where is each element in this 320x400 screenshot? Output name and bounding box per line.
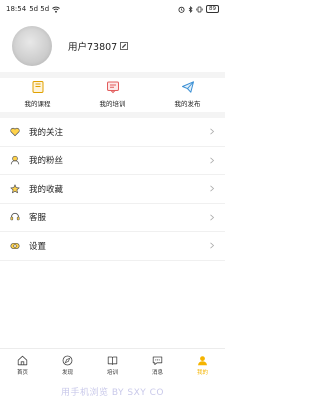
tab-messages[interactable]: 消息 xyxy=(135,349,180,382)
tab-me[interactable]: 我的 xyxy=(180,349,225,382)
tab-label: 消息 xyxy=(151,370,163,376)
edit-icon[interactable] xyxy=(120,41,129,50)
profile-icon xyxy=(198,356,207,366)
tab-training[interactable]: 培训 xyxy=(90,349,135,382)
menu-label: 我的收藏 xyxy=(29,184,64,195)
shortcut-my-courses[interactable]: 我的课程 xyxy=(0,76,75,112)
star-icon xyxy=(10,184,20,193)
heart-icon xyxy=(10,127,20,136)
status-left: 18:54 5d 5d xyxy=(6,5,61,13)
course-icon xyxy=(32,81,43,93)
status-bar: 18:54 5d 5d 89 xyxy=(0,0,225,18)
menu-label: 我的关注 xyxy=(29,127,64,138)
chevron-right-icon xyxy=(210,157,215,164)
shortcut-row: 我的课程 我的培训 我的发布 xyxy=(0,76,225,112)
vibrate-icon xyxy=(196,6,203,12)
shortcut-label: 我的发布 xyxy=(174,100,201,108)
settings-icon xyxy=(10,242,20,249)
alarm-icon xyxy=(178,6,185,13)
shortcut-label: 我的课程 xyxy=(24,100,51,108)
home-icon xyxy=(17,355,28,366)
publish-icon xyxy=(181,81,194,93)
menu-item-settings[interactable]: 设置 xyxy=(0,232,225,261)
username: 用户73807 xyxy=(68,41,118,53)
tab-home[interactable]: 首页 xyxy=(0,349,45,382)
chevron-right-icon xyxy=(210,185,215,192)
fans-icon xyxy=(10,156,20,165)
chevron-right-icon xyxy=(210,214,215,221)
message-icon xyxy=(152,356,163,365)
discover-icon xyxy=(62,355,73,366)
book-icon xyxy=(107,356,118,365)
status-signal: 5d 5d xyxy=(29,5,50,13)
profile-header[interactable]: 用户73807 xyxy=(0,18,225,73)
menu-item-customer-service[interactable]: 客服 xyxy=(0,204,225,232)
username-row[interactable]: 用户73807 xyxy=(68,39,129,53)
menu-label: 客服 xyxy=(29,213,47,224)
menu-label: 我的粉丝 xyxy=(29,156,64,167)
tab-discover[interactable]: 发现 xyxy=(45,349,90,382)
shortcut-my-publish[interactable]: 我的发布 xyxy=(150,76,225,112)
chevron-right-icon xyxy=(210,242,215,249)
shortcut-my-training[interactable]: 我的培训 xyxy=(75,76,150,112)
status-right: 89 xyxy=(178,5,219,13)
shortcut-label: 我的培训 xyxy=(99,100,126,108)
avatar[interactable] xyxy=(12,25,52,66)
tab-label: 我的 xyxy=(196,370,208,376)
bottom-tab-bar: 首页 发现 培训 消息 我的 xyxy=(0,348,225,382)
menu-item-fans[interactable]: 我的粉丝 xyxy=(0,147,225,175)
menu-item-favorites[interactable]: 我的收藏 xyxy=(0,175,225,204)
tab-label: 发现 xyxy=(61,370,73,376)
battery-indicator: 89 xyxy=(206,5,219,13)
training-icon xyxy=(106,81,119,94)
menu-item-following[interactable]: 我的关注 xyxy=(0,118,225,147)
wifi-icon xyxy=(52,6,61,13)
menu-label: 设置 xyxy=(29,241,47,252)
watermark: 用手机浏览 BY SXY CO xyxy=(60,387,164,398)
tab-label: 培训 xyxy=(106,370,118,376)
status-time: 18:54 xyxy=(6,5,27,13)
chevron-right-icon xyxy=(210,128,215,135)
bluetooth-icon xyxy=(188,5,193,13)
headset-icon xyxy=(10,213,20,221)
menu-list: 我的关注 我的粉丝 我的收藏 客服 设置 xyxy=(0,118,225,261)
tab-label: 首页 xyxy=(16,370,28,376)
